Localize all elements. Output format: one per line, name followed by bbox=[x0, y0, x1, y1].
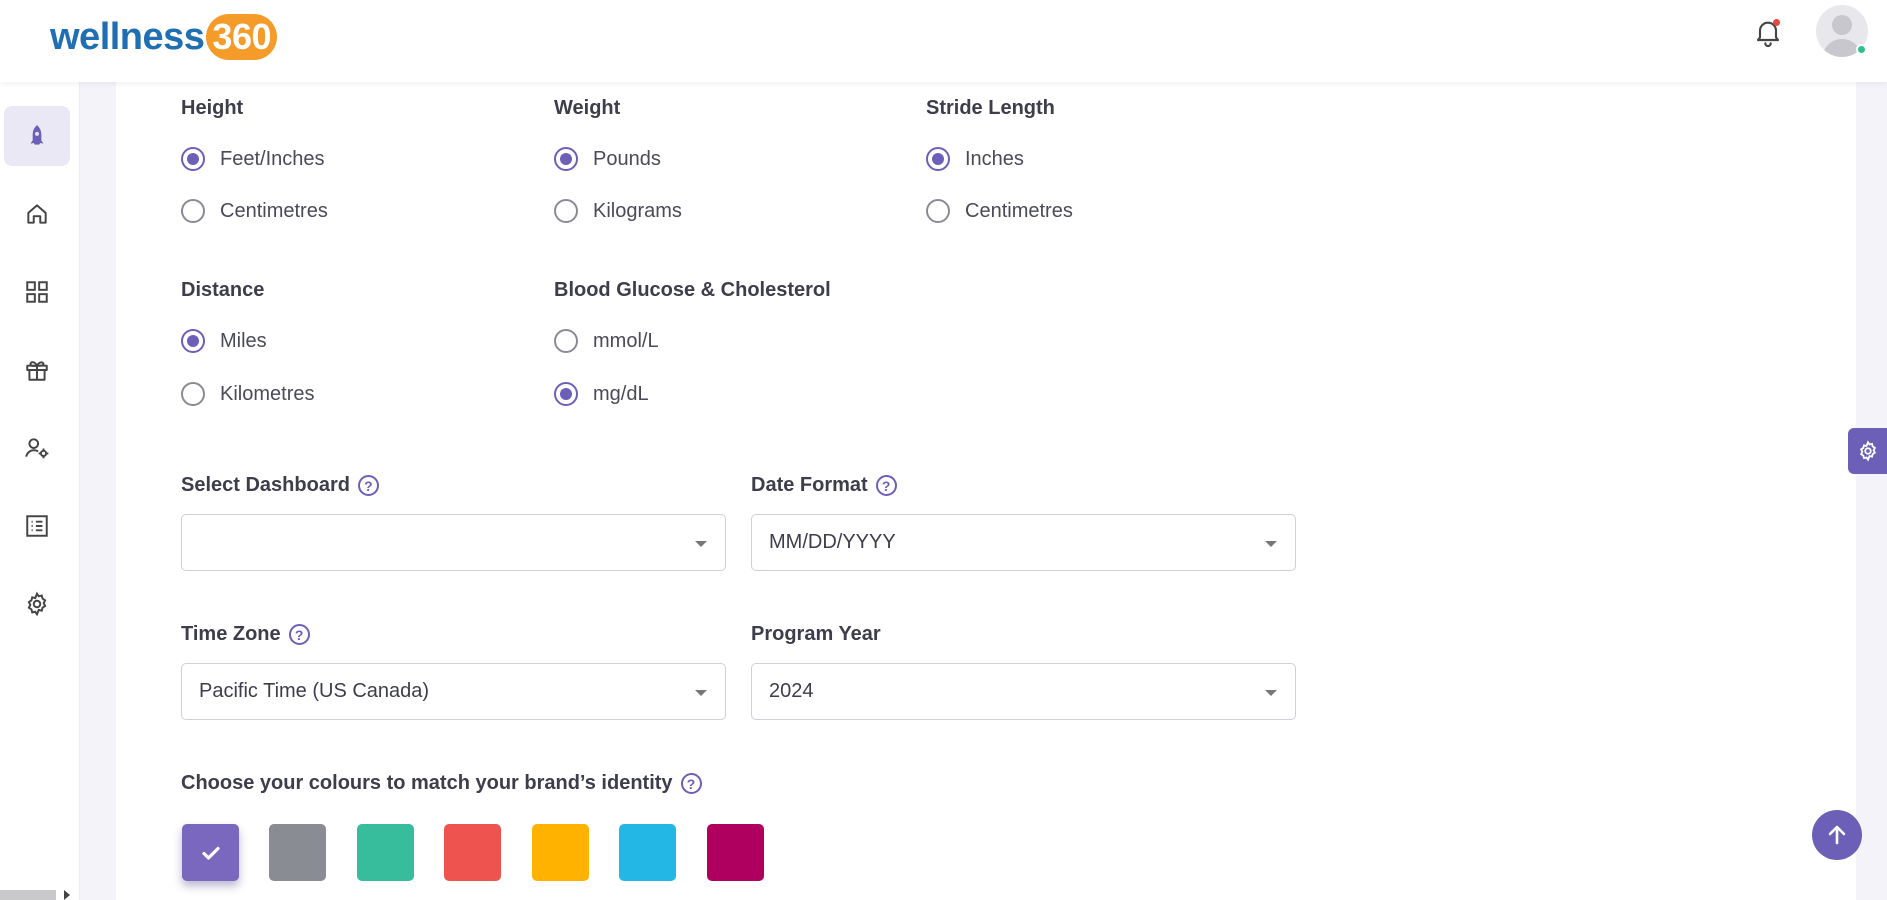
weight-option-kilograms[interactable]: Kilograms bbox=[554, 199, 682, 223]
radio-checked[interactable] bbox=[181, 329, 205, 353]
label-text: Choose your colours to match your brand’… bbox=[181, 772, 673, 794]
sidebar-item-user-settings[interactable] bbox=[4, 418, 70, 478]
date-format-dropdown[interactable]: MM/DD/YYYY bbox=[751, 514, 1296, 571]
radio-checked[interactable] bbox=[181, 147, 205, 171]
distance-option-miles[interactable]: Miles bbox=[181, 329, 267, 353]
select-dashboard-dropdown[interactable] bbox=[181, 514, 726, 571]
user-settings-icon bbox=[25, 438, 49, 459]
radio-unchecked[interactable] bbox=[926, 199, 950, 223]
height-option-feet-inches[interactable]: Feet/Inches bbox=[181, 147, 325, 171]
option-label: Miles bbox=[220, 329, 267, 352]
colour-swatch-amber[interactable] bbox=[532, 824, 589, 881]
selected-value: Pacific Time (US Canada) bbox=[199, 680, 430, 702]
stride-length-label: Stride Length bbox=[926, 97, 1055, 119]
sidebar-item-home[interactable] bbox=[4, 184, 70, 244]
distance-label: Distance bbox=[181, 279, 265, 301]
sidebar-item-list[interactable] bbox=[4, 496, 70, 556]
height-label: Height bbox=[181, 97, 244, 119]
logo-number: 360 bbox=[206, 14, 277, 60]
chevron-down-icon bbox=[1265, 690, 1277, 696]
height-option-centimetres[interactable]: Centimetres bbox=[181, 199, 328, 223]
label-text: Select Dashboard bbox=[181, 474, 350, 496]
distance-option-kilometres[interactable]: Kilometres bbox=[181, 382, 314, 406]
option-label: Centimetres bbox=[965, 199, 1073, 222]
label-text: Date Format bbox=[751, 474, 868, 496]
label-text: Time Zone bbox=[181, 623, 281, 645]
sidebar-item-rewards[interactable] bbox=[4, 340, 70, 400]
radio-unchecked[interactable] bbox=[181, 199, 205, 223]
colour-swatch-purple[interactable] bbox=[182, 824, 239, 881]
colour-swatch-sky-blue[interactable] bbox=[619, 824, 676, 881]
select-dashboard-label: Select Dashboard? bbox=[181, 474, 379, 497]
program-year-dropdown[interactable]: 2024 bbox=[751, 663, 1296, 720]
colour-swatch-magenta[interactable] bbox=[707, 824, 764, 881]
gift-icon bbox=[26, 361, 48, 381]
radio-checked[interactable] bbox=[554, 382, 578, 406]
colour-swatch-red[interactable] bbox=[444, 824, 501, 881]
sidebar-item-rocket[interactable] bbox=[4, 106, 70, 166]
option-label: mg/dL bbox=[593, 382, 649, 405]
option-label: Inches bbox=[965, 147, 1024, 170]
option-label: Kilograms bbox=[593, 199, 682, 222]
online-status-dot bbox=[1856, 44, 1867, 55]
checkmark-icon bbox=[201, 846, 220, 860]
chevron-down-icon bbox=[695, 541, 707, 547]
time-zone-label: Time Zone? bbox=[181, 623, 310, 646]
selected-value: 2024 bbox=[769, 680, 814, 702]
notification-dot bbox=[1773, 19, 1780, 26]
notification-bell-icon[interactable] bbox=[1752, 16, 1784, 48]
chevron-down-icon bbox=[1265, 541, 1277, 547]
rocket-icon bbox=[30, 125, 44, 145]
selected-value: MM/DD/YYYY bbox=[769, 531, 896, 553]
gear-icon bbox=[1859, 440, 1876, 462]
radio-unchecked[interactable] bbox=[554, 199, 578, 223]
help-icon[interactable]: ? bbox=[680, 773, 702, 795]
stride-option-centimetres[interactable]: Centimetres bbox=[926, 199, 1073, 223]
sidebar-item-settings[interactable] bbox=[4, 574, 70, 634]
chevron-down-icon bbox=[695, 690, 707, 696]
scroll-to-top-button[interactable] bbox=[1812, 810, 1862, 860]
glucose-option-mmol[interactable]: mmol/L bbox=[554, 329, 659, 353]
logo[interactable]: wellness 360 bbox=[50, 12, 277, 62]
glucose-option-mgdl[interactable]: mg/dL bbox=[554, 382, 649, 406]
logo-word: wellness bbox=[50, 15, 205, 58]
home-icon bbox=[27, 204, 47, 224]
option-label: mmol/L bbox=[593, 329, 659, 352]
list-icon bbox=[26, 515, 48, 537]
weight-option-pounds[interactable]: Pounds bbox=[554, 147, 661, 171]
option-label: Pounds bbox=[593, 147, 661, 170]
option-label: Feet/Inches bbox=[220, 147, 325, 170]
sidebar bbox=[0, 82, 80, 900]
gear-icon bbox=[27, 591, 47, 617]
program-year-label: Program Year bbox=[751, 623, 881, 645]
date-format-label: Date Format? bbox=[751, 474, 897, 497]
time-zone-dropdown[interactable]: Pacific Time (US Canada) bbox=[181, 663, 726, 720]
help-icon[interactable]: ? bbox=[288, 624, 310, 646]
sidebar-item-dashboard[interactable] bbox=[4, 262, 70, 322]
theme-settings-tab[interactable] bbox=[1848, 428, 1887, 474]
stride-option-inches[interactable]: Inches bbox=[926, 147, 1024, 171]
radio-unchecked[interactable] bbox=[181, 382, 205, 406]
colour-swatch-teal[interactable] bbox=[357, 824, 414, 881]
radio-checked[interactable] bbox=[926, 147, 950, 171]
option-label: Centimetres bbox=[220, 199, 328, 222]
top-bar: wellness 360 bbox=[0, 0, 1887, 82]
radio-unchecked[interactable] bbox=[554, 329, 578, 353]
scroll-right-arrow-icon[interactable] bbox=[64, 890, 70, 900]
help-icon[interactable]: ? bbox=[875, 475, 897, 497]
horizontal-scrollbar-thumb[interactable] bbox=[0, 890, 56, 900]
help-icon[interactable]: ? bbox=[357, 475, 379, 497]
radio-checked[interactable] bbox=[554, 147, 578, 171]
colours-label: Choose your colours to match your brand’… bbox=[181, 772, 702, 795]
colour-swatch-grey[interactable] bbox=[269, 824, 326, 881]
arrow-up-icon bbox=[1828, 825, 1846, 845]
weight-label: Weight bbox=[554, 97, 621, 119]
blood-glucose-label: Blood Glucose & Cholesterol bbox=[554, 279, 831, 301]
option-label: Kilometres bbox=[220, 382, 315, 405]
grid-icon bbox=[26, 281, 48, 303]
